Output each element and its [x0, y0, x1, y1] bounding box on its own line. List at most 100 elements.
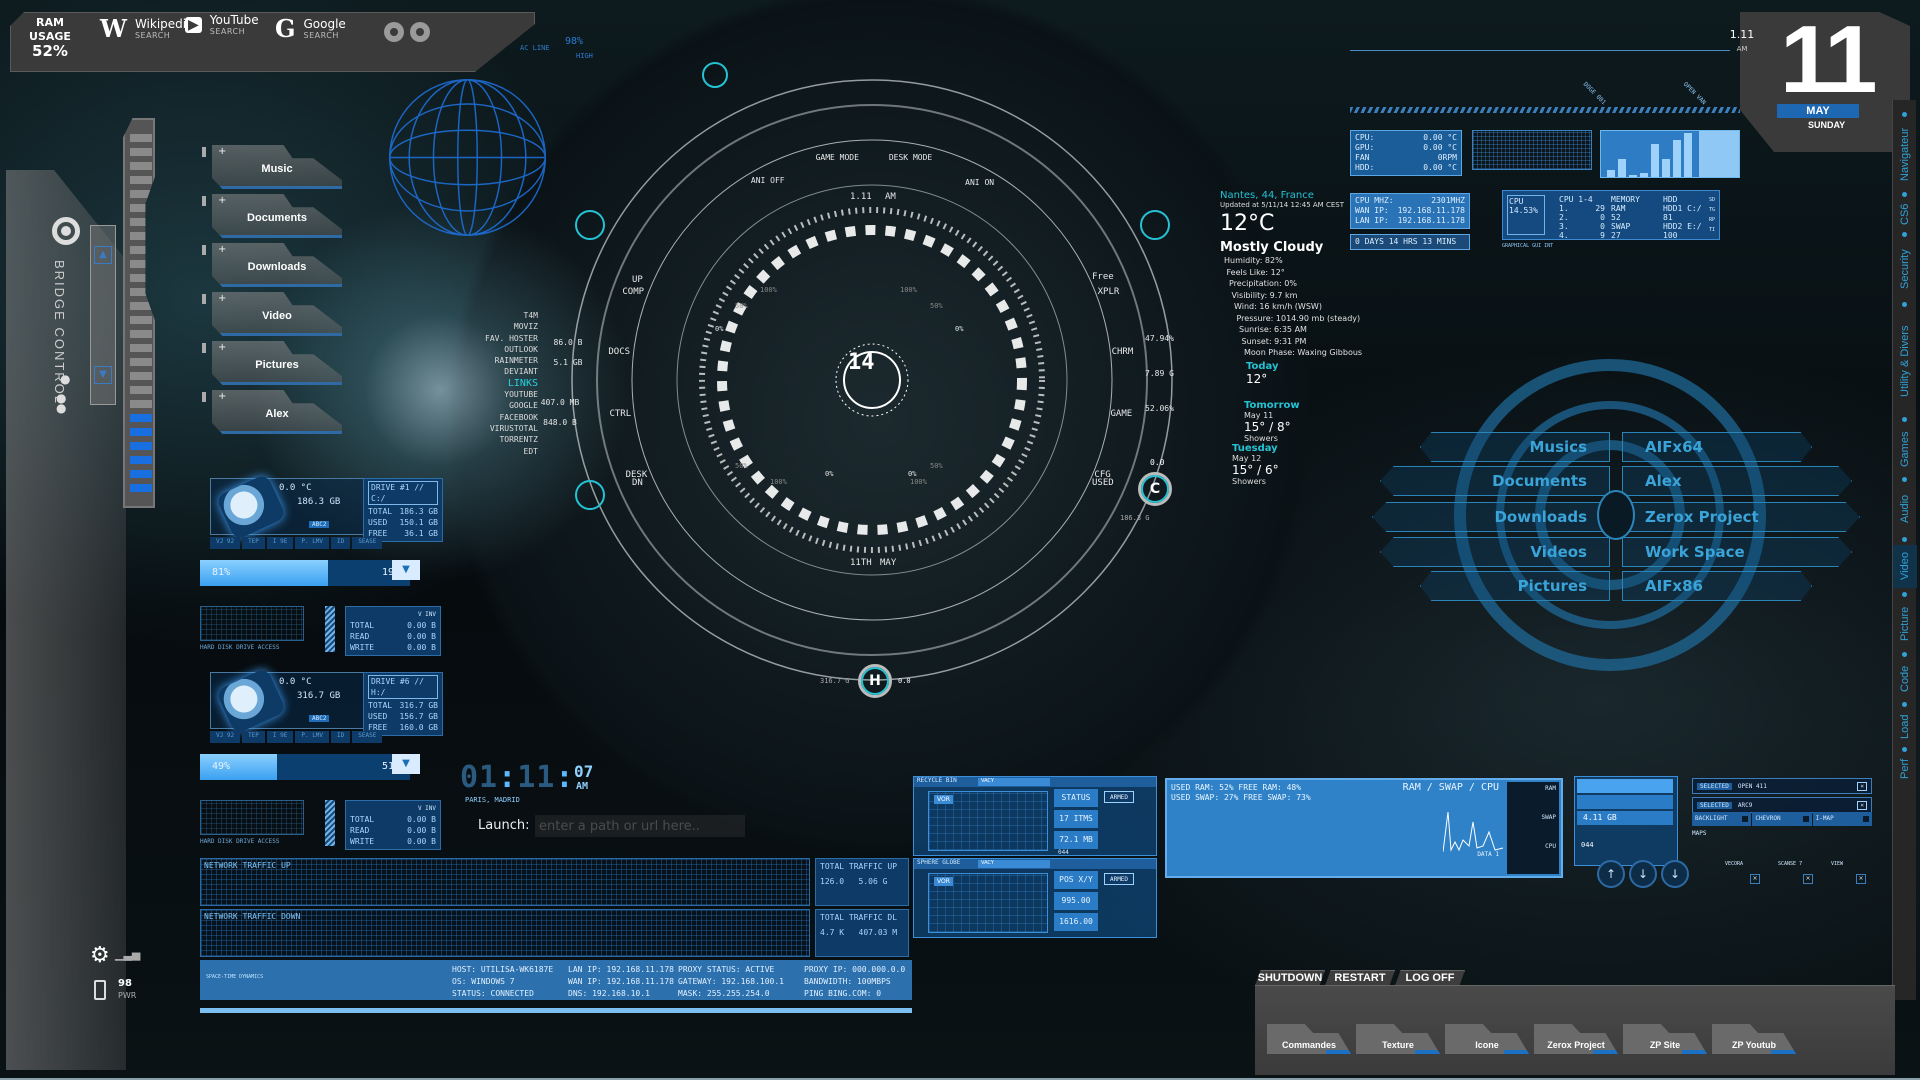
hud-side-button[interactable]: GAME	[1111, 409, 1133, 419]
google-search-button[interactable]: G Google SEARCH	[275, 14, 346, 43]
hud-down-button[interactable]: DN	[632, 478, 643, 488]
menu-item-video[interactable]: Video	[1893, 545, 1917, 588]
link-item[interactable]: TORRENTZ	[400, 434, 538, 445]
checkbox-backlight[interactable]: BACKLIGHT	[1692, 812, 1752, 826]
folder-handle[interactable]	[202, 343, 206, 353]
folder-shortcut[interactable]: + Pictures	[212, 341, 342, 385]
memory-action-button[interactable]: ↓	[1629, 860, 1657, 888]
eye-icon[interactable]: ●	[60, 372, 70, 386]
launch-input[interactable]	[535, 815, 745, 837]
hud-side-button[interactable]: COMP	[622, 287, 644, 297]
link-item[interactable]: EDT	[400, 446, 538, 457]
drive-tab[interactable]: VJ 92	[210, 731, 241, 743]
drive-tab[interactable]: TEP	[242, 731, 265, 743]
restart-button[interactable]: RESTART	[1325, 970, 1395, 986]
folder-shortcut[interactable]: + Documents	[212, 194, 342, 238]
close-icon[interactable]: ×	[1857, 781, 1867, 791]
drive-tab[interactable]: I 9E	[266, 537, 294, 549]
menu-item-utility-divers[interactable]: Utility & Divers	[1893, 310, 1917, 413]
hud-side-button[interactable]: DOCS	[608, 347, 630, 357]
launcher-item-zerox-project[interactable]: Zerox Project	[1622, 502, 1860, 532]
dropdown-button[interactable]: ▼	[392, 560, 420, 580]
launcher-item-musics[interactable]: Musics	[1420, 432, 1610, 462]
toggle-crosshair-icon[interactable]	[410, 22, 430, 42]
menu-item-navigateur[interactable]: Navigateur	[1893, 120, 1917, 188]
launcher-item-downloads[interactable]: Downloads	[1372, 502, 1610, 532]
folder-shortcut[interactable]: + Video	[212, 292, 342, 336]
link-item[interactable]: YOUTUBE	[400, 389, 538, 400]
drive-h-ring[interactable]: H	[858, 664, 892, 698]
folder-handle[interactable]	[202, 392, 206, 402]
folder-handle[interactable]	[202, 147, 206, 157]
menu-item-security[interactable]: Security	[1893, 240, 1917, 298]
checkbox-chevron[interactable]: CHEVRON	[1752, 812, 1812, 826]
slider-close-button[interactable]: ×	[1803, 874, 1813, 884]
drive-tab[interactable]: ID	[331, 537, 351, 549]
hud-side-button[interactable]: XPLR	[1098, 287, 1120, 297]
launcher-item-aifx86[interactable]: AIFx86	[1622, 571, 1812, 601]
drive-tab[interactable]: I 9E	[266, 731, 294, 743]
menu-item-perf[interactable]: Perf	[1893, 755, 1917, 783]
selected-row[interactable]: SELECTED ARC9 ×	[1692, 797, 1872, 813]
memory-action-button[interactable]: ↓	[1661, 860, 1689, 888]
drive-tab[interactable]: VJ 92	[210, 537, 241, 549]
link-item[interactable]: VIRUSTOTAL	[400, 423, 538, 434]
launcher-item-alex[interactable]: Alex	[1622, 466, 1852, 496]
checkbox-i-map[interactable]: I-MAP	[1812, 812, 1872, 826]
drive-c-ring[interactable]: C	[1138, 472, 1172, 506]
launcher-item-documents[interactable]: Documents	[1380, 466, 1610, 496]
memory-action-button[interactable]: ↑	[1597, 860, 1625, 888]
link-item[interactable]: GOOGLE	[400, 400, 538, 411]
drive-tab[interactable]: SEASE	[352, 537, 383, 549]
hud-mode-button[interactable]: ANI ON	[958, 178, 1002, 187]
volume-slider[interactable]	[123, 118, 155, 508]
widget-mode-select[interactable]: VACY	[978, 860, 1050, 868]
link-item[interactable]: FAV. HOSTER	[400, 333, 538, 344]
armed-button[interactable]: ARMED	[1104, 791, 1134, 803]
scroll-up-button[interactable]: ▲	[94, 246, 112, 264]
toggle-circle-icon[interactable]	[384, 22, 404, 42]
link-item[interactable]: DEVIANT	[400, 366, 538, 377]
dropdown-button[interactable]: ▼	[392, 754, 420, 774]
menu-item-picture[interactable]: Picture	[1893, 600, 1917, 648]
log-off-button[interactable]: LOG OFF	[1395, 970, 1465, 986]
link-item[interactable]: FACEBOOK	[400, 412, 538, 423]
selected-row[interactable]: SELECTED OPEN 411 ×	[1692, 778, 1872, 794]
widget-mode-select[interactable]: VACY	[978, 778, 1050, 786]
launcher-logo-icon[interactable]	[1597, 490, 1635, 540]
folder-shortcut[interactable]: + Downloads	[212, 243, 342, 287]
folder-handle[interactable]	[202, 294, 206, 304]
youtube-search-button[interactable]: ▶ YouTube SEARCH	[185, 14, 259, 36]
close-icon[interactable]: ×	[1857, 800, 1867, 810]
hud-up-button[interactable]: UP	[632, 275, 643, 285]
launcher-item-work-space[interactable]: Work Space	[1622, 537, 1852, 567]
drive-tab[interactable]: P. LMV	[295, 537, 330, 549]
folder-shortcut[interactable]: + Alex	[212, 390, 342, 434]
launcher-item-pictures[interactable]: Pictures	[1420, 571, 1610, 601]
hud-side-button[interactable]: CHRM	[1112, 347, 1134, 357]
folder-shortcut[interactable]: + Music	[212, 145, 342, 189]
shutdown-button[interactable]: SHUTDOWN	[1255, 970, 1325, 986]
hud-side-button[interactable]: CTRL	[609, 409, 631, 419]
armed-button[interactable]: ARMED	[1104, 873, 1134, 885]
slider-close-button[interactable]: ×	[1856, 874, 1866, 884]
drive-tab[interactable]: TEP	[242, 537, 265, 549]
link-item[interactable]: RAINMETER	[400, 355, 538, 366]
hud-mode-button[interactable]: DESK MODE	[889, 153, 933, 162]
wikipedia-search-button[interactable]: W Wikipedia SEARCH	[100, 14, 193, 43]
dots-icon[interactable]: ● ●	[56, 392, 66, 414]
folder-handle[interactable]	[202, 245, 206, 255]
menu-item-games[interactable]: Games	[1893, 425, 1917, 473]
link-item[interactable]: MOVIZ	[400, 321, 538, 332]
scroll-down-button[interactable]: ▼	[94, 366, 112, 384]
menu-item-cs6[interactable]: CS6	[1893, 200, 1917, 228]
hud-mode-button[interactable]: ANI OFF	[746, 176, 790, 185]
launcher-item-aifx64[interactable]: AIFx64	[1622, 432, 1812, 462]
folder-handle[interactable]	[202, 196, 206, 206]
menu-item-code[interactable]: Code	[1893, 660, 1917, 698]
drive-tab[interactable]: ID	[331, 731, 351, 743]
hud-mode-button[interactable]: GAME MODE	[815, 153, 859, 162]
launcher-item-videos[interactable]: Videos	[1380, 537, 1610, 567]
link-item[interactable]: T4M	[400, 310, 538, 321]
slider-close-button[interactable]: ×	[1750, 874, 1760, 884]
